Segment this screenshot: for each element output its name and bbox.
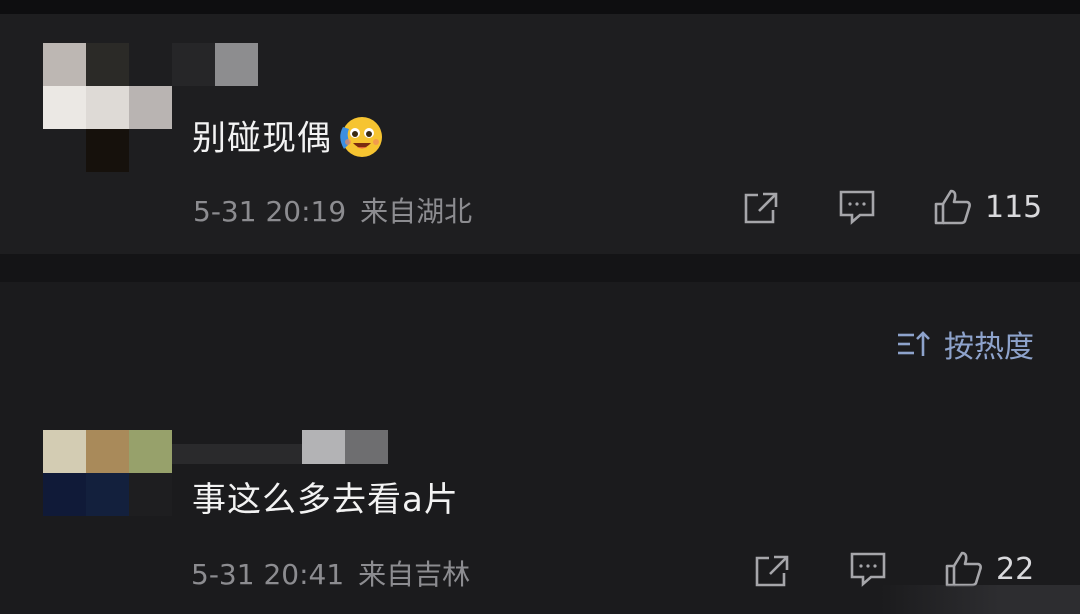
crying-laughing-emoji-icon [340, 117, 382, 157]
share-icon [744, 192, 778, 224]
share-icon [755, 555, 789, 587]
comment-meta: 5-31 20:19 来自湖北 [193, 190, 472, 230]
avatar[interactable] [43, 43, 172, 172]
thumbs-up-icon [945, 551, 982, 587]
share-button[interactable] [742, 190, 780, 226]
reply-button[interactable] [838, 188, 876, 226]
comment-text: 事这么多去看a片 [192, 480, 459, 520]
username-blurred[interactable] [172, 43, 258, 86]
comment-meta: 5-31 20:41 来自吉林 [191, 553, 470, 593]
like-button[interactable]: 115 [933, 188, 1042, 226]
comment-date: 5-31 20:41 [191, 558, 345, 591]
reply-button[interactable] [849, 550, 887, 588]
like-button[interactable]: 22 [944, 550, 1034, 588]
comment-text: 别碰现偶 [192, 116, 386, 164]
comment-icon [850, 552, 886, 587]
like-count: 22 [996, 551, 1035, 587]
thumbs-up-icon [934, 189, 971, 225]
comment-icon [839, 190, 875, 225]
share-button[interactable] [753, 553, 791, 589]
like-count: 115 [985, 189, 1043, 225]
section-divider [0, 254, 1080, 282]
comment-location: 来自湖北 [360, 195, 473, 228]
top-strip [0, 0, 1080, 14]
watermark-overlay [880, 585, 1080, 614]
avatar[interactable] [43, 430, 172, 559]
username-blurred[interactable] [172, 430, 388, 464]
comment-date: 5-31 20:19 [193, 195, 347, 228]
comment-location: 来自吉林 [358, 558, 471, 591]
